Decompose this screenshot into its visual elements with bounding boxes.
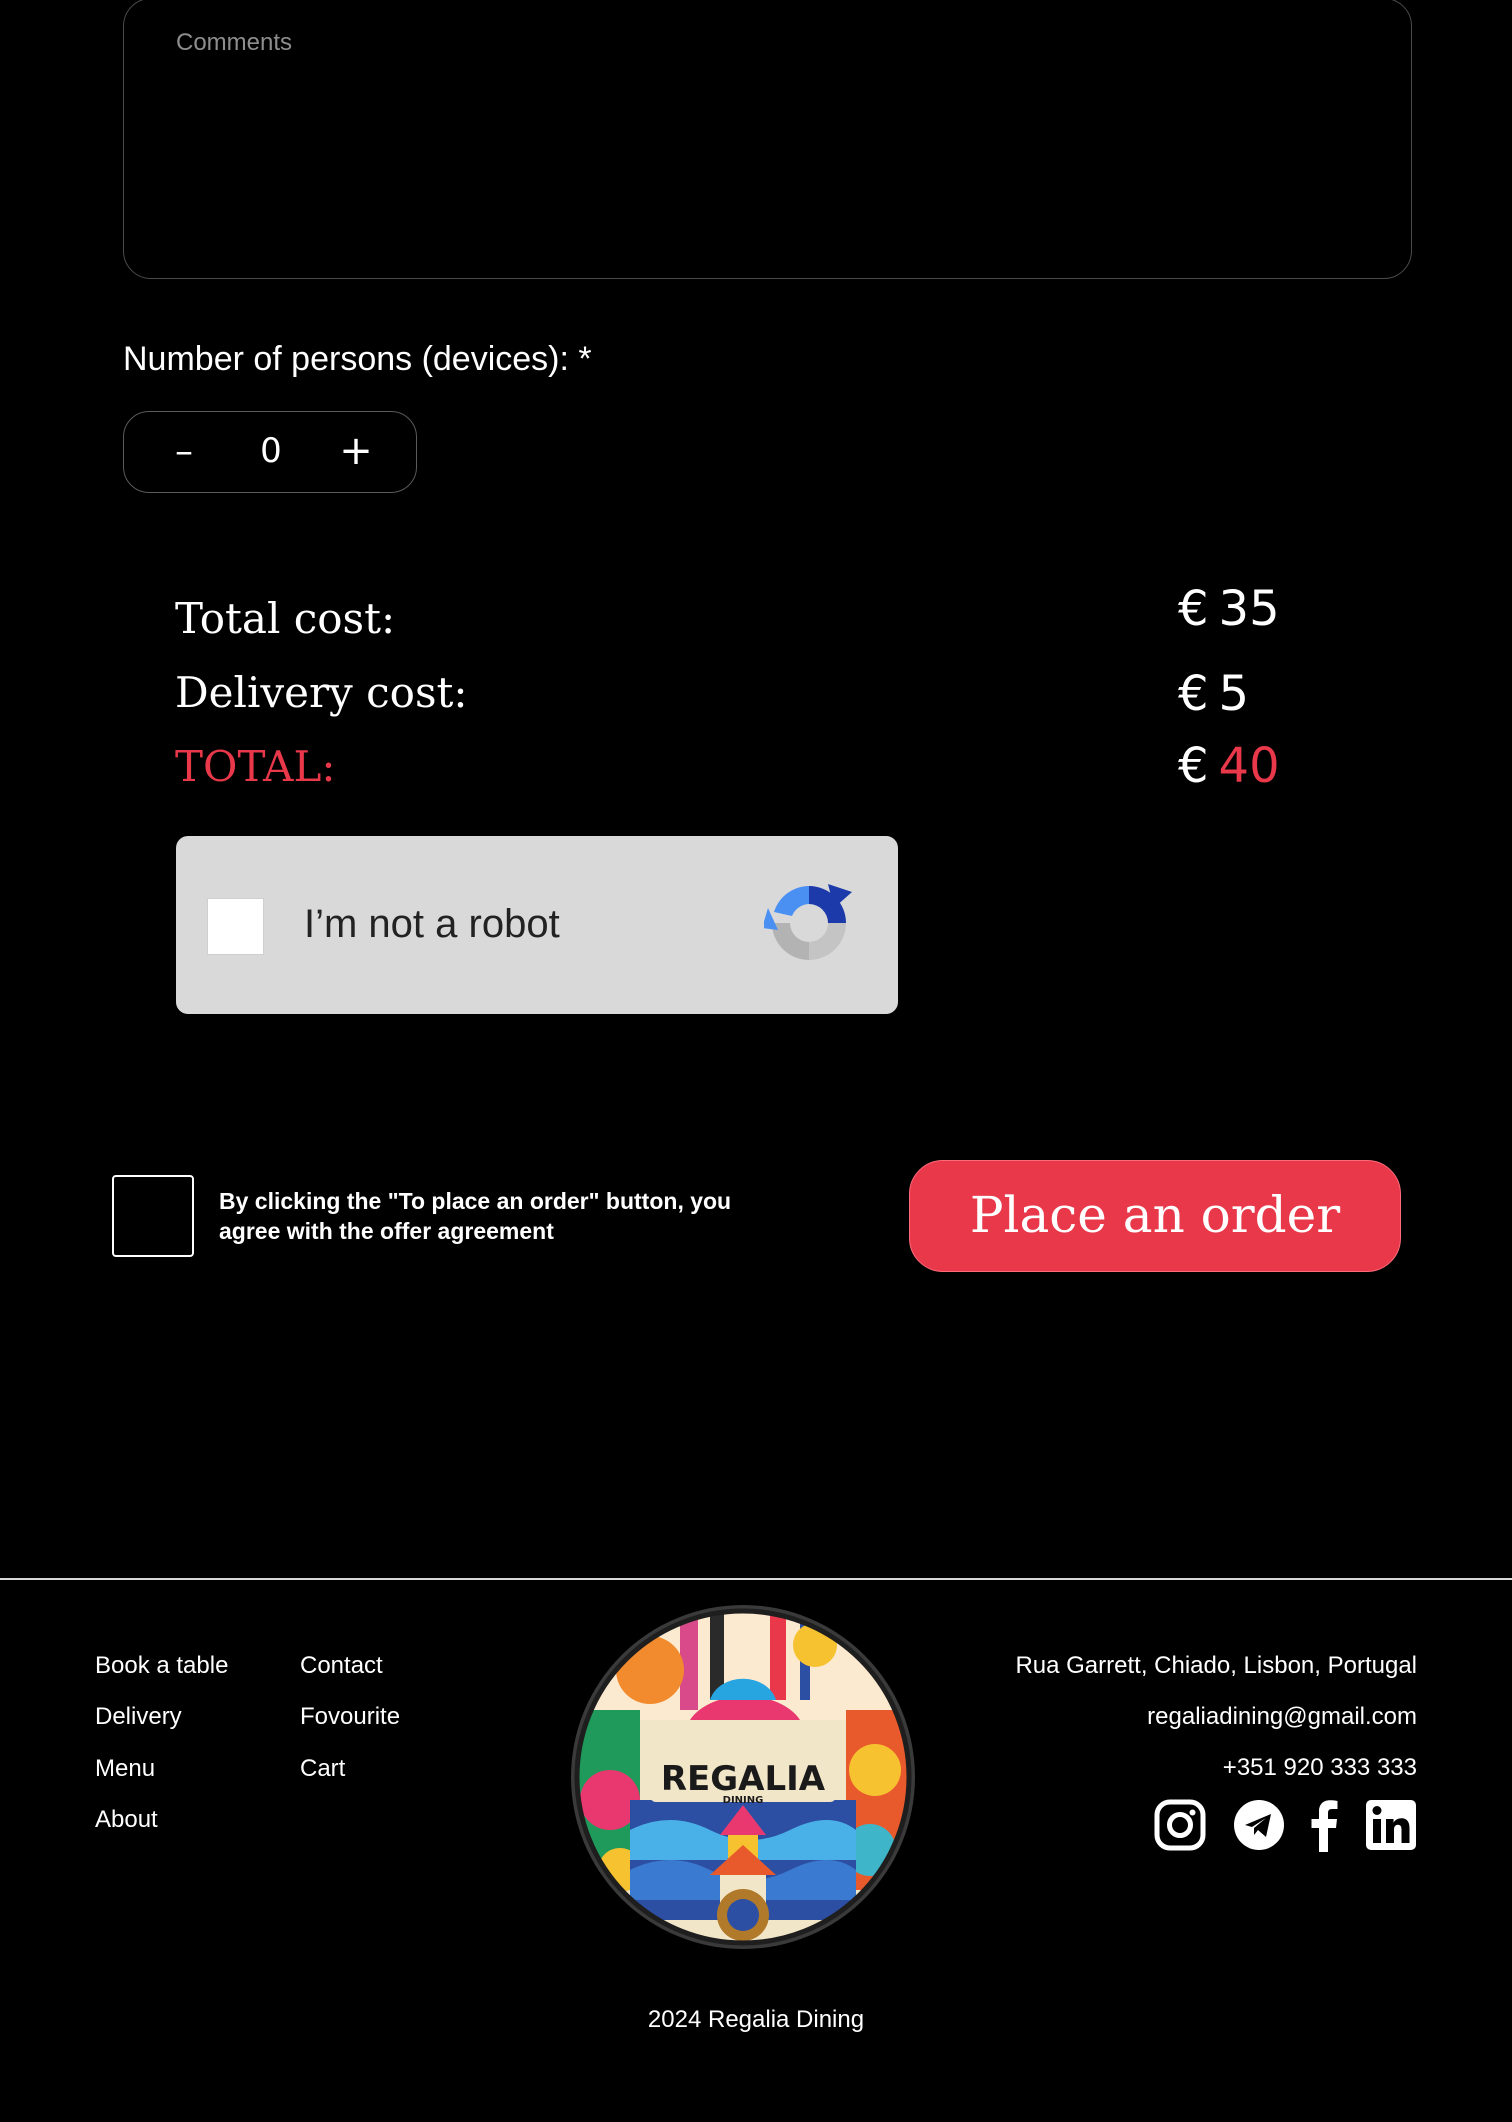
euro-icon: € <box>1178 666 1209 722</box>
footer-link-contact[interactable]: Contact <box>300 1652 383 1680</box>
euro-icon: € <box>1178 738 1209 794</box>
total-cost-label: Total cost: <box>175 594 396 643</box>
agreement-text: By clicking the "To place an order" butt… <box>219 1188 732 1244</box>
facebook-icon[interactable] <box>1310 1798 1340 1852</box>
footer-link-book-table[interactable]: Book a table <box>95 1652 228 1680</box>
footer-phone[interactable]: +351 920 333 333 <box>1223 1754 1417 1782</box>
persons-label: Number of persons (devices): * <box>123 340 592 378</box>
footer-link-favourite[interactable]: Fovourite <box>300 1703 400 1731</box>
footer-link-menu[interactable]: Menu <box>95 1755 155 1783</box>
grand-total-value: 40 <box>1218 738 1280 794</box>
recaptcha-label: I’m not a robot <box>304 902 560 946</box>
increment-button[interactable]: + <box>336 412 376 491</box>
comments-placeholder: Comments <box>176 29 293 56</box>
footer-link-about[interactable]: About <box>95 1806 158 1834</box>
footer-divider <box>0 1578 1512 1580</box>
recaptcha-widget: I’m not a robot <box>176 836 898 1014</box>
instagram-icon[interactable] <box>1154 1798 1206 1852</box>
recaptcha-icon <box>764 884 852 960</box>
grand-total-label: TOTAL: <box>175 742 336 791</box>
delivery-cost-label: Delivery cost: <box>175 668 468 717</box>
linkedin-icon[interactable] <box>1365 1798 1417 1852</box>
persons-stepper: – 0 + <box>123 411 417 493</box>
logo-subtext: DINING <box>723 1795 764 1806</box>
agreement-checkbox[interactable] <box>112 1175 194 1257</box>
copyright-text: 2024 Regalia Dining <box>647 2006 865 2033</box>
comments-textarea[interactable]: Comments <box>123 0 1412 279</box>
persons-count: 0 <box>260 431 282 471</box>
footer-email[interactable]: regaliadining@gmail.com <box>1147 1703 1417 1731</box>
footer-link-delivery[interactable]: Delivery <box>95 1703 182 1731</box>
logo-text: REGALIA <box>661 1759 826 1799</box>
delivery-cost-value: 5 <box>1218 666 1250 722</box>
total-cost-amount: €35 <box>1178 581 1280 637</box>
footer-link-cart[interactable]: Cart <box>300 1755 345 1783</box>
place-order-button[interactable]: Place an order <box>909 1160 1401 1272</box>
recaptcha-checkbox[interactable] <box>207 898 264 955</box>
total-cost-value: 35 <box>1218 581 1280 637</box>
grand-total-amount: €40 <box>1178 738 1280 794</box>
telegram-icon[interactable] <box>1233 1798 1285 1852</box>
delivery-cost-amount: €5 <box>1178 666 1249 722</box>
decrement-button[interactable]: – <box>164 412 204 491</box>
footer-address: Rua Garrett, Chiado, Lisbon, Portugal <box>1015 1652 1417 1679</box>
regalia-logo[interactable]: REGALIA DINING <box>570 1600 916 1954</box>
euro-icon: € <box>1178 581 1209 637</box>
